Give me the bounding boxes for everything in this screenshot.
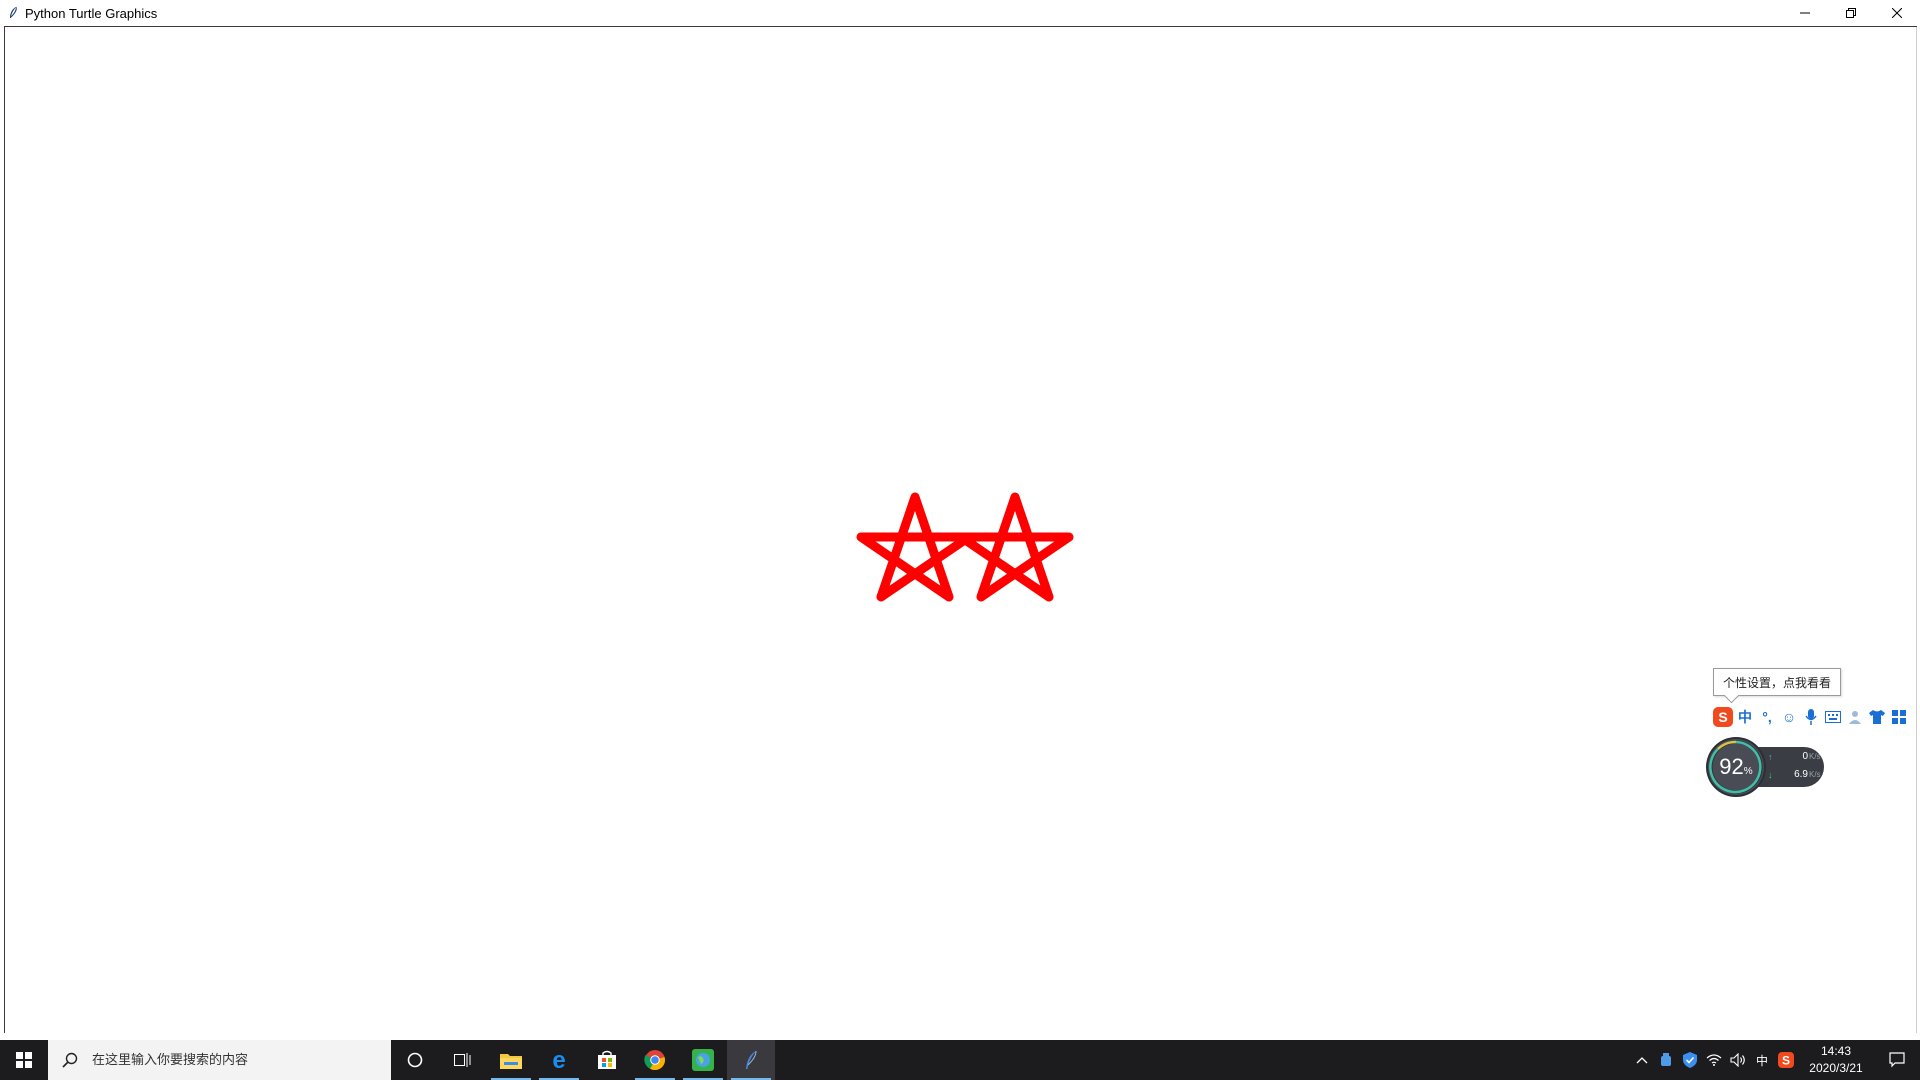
ime-toolbar: S 中 °, ☺ (1712, 704, 1910, 730)
keyboard-icon[interactable] (1822, 706, 1844, 728)
minimize-icon (1800, 12, 1810, 14)
taskbar-clock[interactable]: 14:43 2020/3/21 (1798, 1040, 1874, 1080)
python-feather-icon (746, 1050, 757, 1069)
tray-app-icon[interactable] (1654, 1040, 1678, 1080)
taskbar-edge[interactable]: e (535, 1040, 583, 1080)
taskbar: e (0, 1040, 1920, 1080)
app-tray-icon (1661, 1053, 1671, 1066)
minimize-button[interactable] (1782, 0, 1828, 26)
svg-text:S: S (1718, 709, 1727, 725)
memory-network-widget[interactable]: 92% ↑ 0 K/s ↓ 6.9 K/s (1708, 739, 1826, 795)
ime-tooltip-text: 个性设置，点我看看 (1723, 675, 1832, 690)
sogou-logo-icon: S (1778, 1052, 1794, 1068)
task-view-button[interactable] (439, 1040, 487, 1080)
windows-logo-icon (16, 1052, 32, 1068)
tray-wifi[interactable] (1702, 1040, 1726, 1080)
wifi-icon (1706, 1054, 1722, 1066)
tray-ime-mode[interactable]: 中 (1750, 1040, 1774, 1080)
task-view-icon (454, 1053, 471, 1067)
upload-arrow-icon: ↑ (1768, 751, 1773, 762)
tray-security-icon[interactable] (1678, 1040, 1702, 1080)
memory-percent: 92% (1719, 754, 1753, 779)
desktop: Python Turtle Graphics 个性设置，点我看看 S 中 °, … (0, 0, 1920, 1080)
tray-volume[interactable] (1726, 1040, 1750, 1080)
python-feather-icon (2, 2, 24, 24)
cortana-button[interactable] (391, 1040, 439, 1080)
window-controls (1782, 0, 1920, 26)
maps-globe-icon (692, 1049, 714, 1071)
taskbar-store[interactable] (583, 1040, 631, 1080)
clock-date: 2020/3/21 (1809, 1061, 1863, 1075)
microphone-icon[interactable] (1800, 706, 1822, 728)
taskbar-chrome[interactable] (631, 1040, 679, 1080)
close-button[interactable] (1874, 0, 1920, 26)
show-hidden-icons-button[interactable] (1630, 1040, 1654, 1080)
search-icon (60, 1050, 80, 1070)
window-titlebar[interactable]: Python Turtle Graphics (0, 0, 1920, 26)
red-star-right (956, 492, 1074, 602)
window-title: Python Turtle Graphics (25, 5, 158, 21)
notification-icon (1889, 1052, 1905, 1068)
chinese-mode-icon[interactable]: 中 (1734, 706, 1756, 728)
chevron-up-icon (1636, 1057, 1648, 1064)
start-button[interactable] (0, 1040, 48, 1080)
toolbox-grid-icon[interactable] (1888, 706, 1910, 728)
user-icon[interactable] (1844, 706, 1866, 728)
taskbar-python-turtle[interactable] (727, 1040, 775, 1080)
taskbar-file-explorer[interactable] (487, 1040, 535, 1080)
stars-drawing (856, 492, 1074, 602)
sogou-logo-icon[interactable]: S (1712, 706, 1734, 728)
shield-icon (1683, 1052, 1697, 1068)
download-arrow-icon: ↓ (1768, 769, 1773, 780)
chrome-icon (644, 1050, 665, 1071)
upload-speed: ↑ 0 K/s (1768, 751, 1821, 762)
store-icon (598, 1050, 616, 1069)
ime-mode-label: 中 (1755, 1053, 1768, 1068)
taskbar-search-box[interactable] (48, 1040, 391, 1080)
edge-icon: e (552, 1049, 565, 1071)
volume-icon (1730, 1053, 1745, 1067)
close-icon (1892, 8, 1902, 18)
file-explorer-icon (500, 1054, 522, 1069)
taskbar-maps[interactable] (679, 1040, 727, 1080)
restore-icon (1846, 8, 1856, 18)
search-input[interactable] (90, 1051, 384, 1069)
turtle-canvas[interactable] (4, 26, 1917, 1033)
svg-text:e: e (552, 1049, 565, 1071)
restore-button[interactable] (1828, 0, 1874, 26)
svg-text:S: S (1782, 1054, 1790, 1068)
download-speed: ↓ 6.9 K/s (1768, 769, 1821, 780)
clock-time: 14:43 (1820, 1044, 1852, 1058)
ime-settings-tooltip[interactable]: 个性设置，点我看看 (1713, 668, 1842, 696)
tray-sogou[interactable]: S (1774, 1040, 1798, 1080)
punctuation-icon[interactable]: °, (1756, 706, 1778, 728)
skin-shirt-icon[interactable] (1866, 706, 1888, 728)
emoji-icon[interactable]: ☺ (1778, 706, 1800, 728)
red-star-left (856, 492, 974, 602)
action-center-button[interactable] (1874, 1040, 1920, 1080)
cortana-icon (407, 1052, 423, 1068)
system-tray: 中 S 14:43 2020/3/21 (1630, 1040, 1920, 1080)
